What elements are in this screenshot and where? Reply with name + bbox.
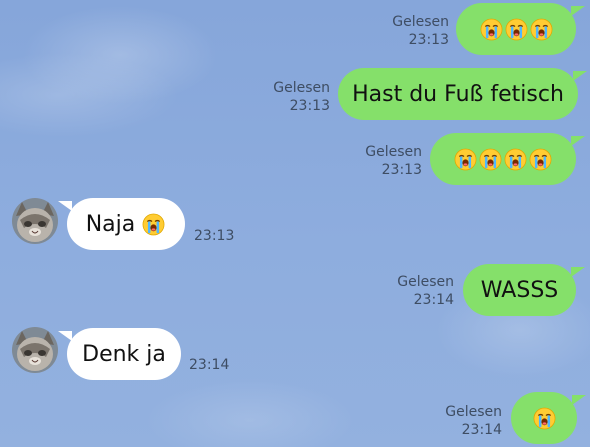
message-bubble-outgoing[interactable] — [430, 133, 585, 185]
message-meta: Gelesen 23:14 — [384, 273, 454, 309]
message-content: Naja — [86, 212, 167, 237]
loudly-crying-face-icon — [530, 18, 552, 40]
cat-avatar-icon — [12, 327, 58, 373]
message-bubble-outgoing[interactable]: Hast du Fuß fetisch — [338, 68, 587, 120]
avatar[interactable] — [12, 327, 58, 373]
loudly-crying-face-icon — [454, 148, 477, 170]
read-status: Gelesen — [273, 80, 330, 96]
message-bubble-outgoing[interactable] — [456, 3, 585, 55]
read-status: Gelesen — [397, 274, 454, 290]
message-bubble-incoming[interactable]: Denk ja — [58, 328, 181, 380]
loudly-crying-face-icon — [479, 148, 502, 170]
avatar[interactable] — [12, 198, 58, 244]
message-time: 23:14 — [461, 422, 502, 438]
loudly-crying-face-icon — [533, 407, 555, 429]
emoji-group — [479, 18, 554, 41]
message-bubble-outgoing[interactable] — [511, 392, 586, 444]
message-time: 23:13 — [408, 32, 449, 48]
read-status: Gelesen — [392, 14, 449, 30]
loudly-crying-face-icon — [529, 148, 552, 170]
message-text: WASSS — [480, 277, 559, 303]
loudly-crying-face-icon — [505, 18, 527, 40]
message-time: 23:13 — [289, 98, 330, 114]
message-time: 23:14 — [413, 292, 454, 308]
message-time: 23:13 — [381, 162, 422, 178]
cat-avatar-icon — [12, 198, 58, 244]
message-meta: Gelesen 23:13 — [380, 13, 449, 49]
message-meta: Gelesen 23:14 — [432, 403, 502, 439]
message-text: Naja — [85, 211, 136, 237]
message-time: 23:14 — [189, 357, 230, 373]
emoji-group — [453, 148, 553, 171]
loudly-crying-face-icon — [142, 213, 165, 235]
read-status: Gelesen — [365, 144, 422, 160]
message-bubble-incoming[interactable]: Naja — [58, 198, 185, 250]
loudly-crying-face-icon — [480, 18, 502, 40]
message-meta: Gelesen 23:13 — [350, 143, 422, 179]
message-bubble-outgoing[interactable]: WASSS — [463, 264, 585, 316]
message-text: Denk ja — [82, 341, 166, 367]
message-meta: Gelesen 23:13 — [260, 79, 330, 115]
message-text: Hast du Fuß fetisch — [352, 81, 564, 107]
loudly-crying-face-icon — [504, 148, 527, 170]
message-time: 23:13 — [194, 228, 235, 244]
read-status: Gelesen — [445, 404, 502, 420]
